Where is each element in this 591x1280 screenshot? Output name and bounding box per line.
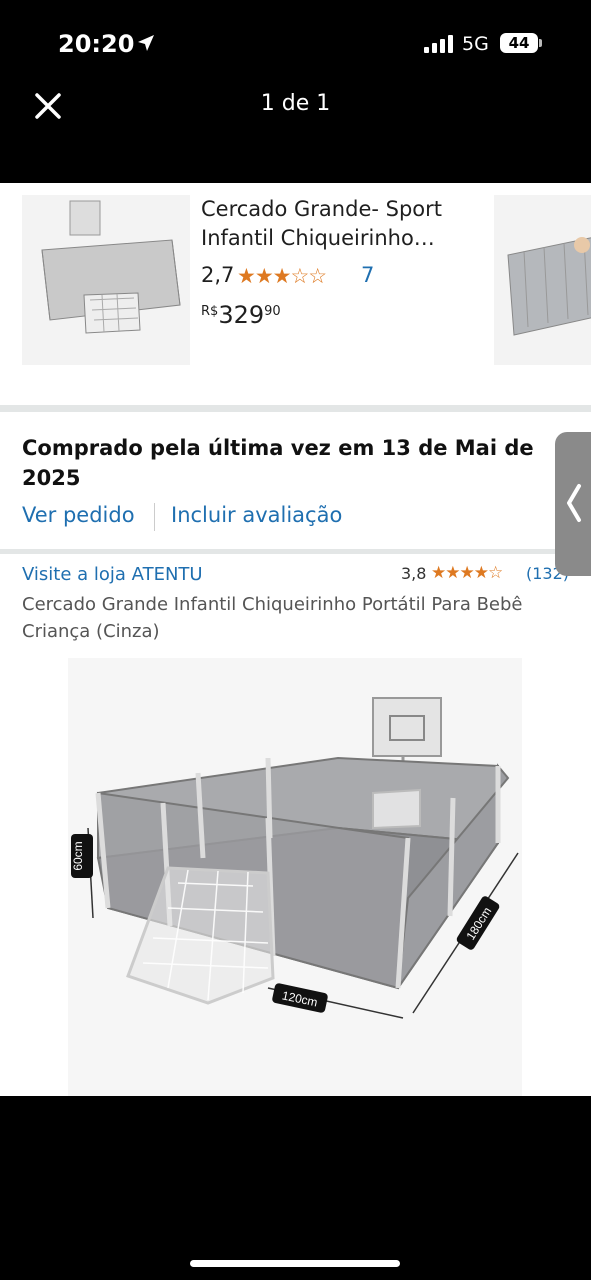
rating-value: 2,7 — [201, 263, 235, 287]
star-rating-icon: ★★★☆☆ — [237, 265, 327, 288]
section-divider — [0, 549, 591, 554]
product-rating-value: 3,8 — [401, 564, 427, 583]
view-order-link[interactable]: Ver pedido — [22, 503, 135, 527]
status-bar: 20:20 5G 44 — [0, 0, 591, 90]
recommended-product-card[interactable]: Cercado Grande- Sport Infantil Chiqueiri… — [0, 183, 591, 405]
next-recommended-thumbnail[interactable] — [494, 195, 591, 365]
battery-tip — [539, 39, 542, 47]
page-counter: 1 de 1 — [260, 91, 331, 116]
home-indicator[interactable] — [190, 1260, 400, 1267]
chevron-left-icon — [567, 484, 581, 522]
visit-store-link[interactable]: Visite a loja ATENTU — [22, 564, 203, 585]
location-arrow-icon — [138, 35, 154, 51]
battery-icon: 44 — [500, 33, 538, 53]
link-separator — [154, 503, 155, 531]
product-title: Cercado Grande Infantil Chiqueirinho Por… — [22, 594, 523, 642]
title-line-2: Infantil Chiqueirinho… — [201, 226, 435, 250]
review-count-link[interactable]: 7 — [361, 263, 374, 287]
product-star-rating-icon: ★★★★☆ — [431, 563, 503, 582]
side-panel-tab[interactable] — [555, 432, 591, 576]
title-line-1: Cercado Grande- Sport — [201, 197, 442, 221]
section-divider — [0, 405, 591, 412]
product-image[interactable]: 60cm 120cm 180cm — [68, 658, 522, 1096]
price-currency: R$ — [201, 304, 219, 319]
network-type: 5G — [462, 33, 489, 55]
playpen-thumbnail-image — [41, 200, 181, 334]
dimension-height-label: 60cm — [71, 834, 93, 878]
recommended-product-thumbnail[interactable] — [22, 195, 190, 365]
add-review-link[interactable]: Incluir avaliação — [171, 503, 342, 527]
clock: 20:20 — [58, 30, 135, 58]
dimension-length-label: 180cm — [456, 896, 500, 950]
playpen-thumbnail-image-2 — [507, 237, 591, 336]
dimension-height-text: 60cm — [71, 841, 85, 870]
price-cents: 90 — [264, 304, 281, 319]
price: R$32990 — [201, 301, 281, 329]
cellular-signal-icon — [424, 35, 453, 53]
dimension-width-label: 120cm — [272, 983, 328, 1013]
last-purchased-heading: Comprado pela última vez em 13 de Mai de… — [22, 436, 534, 490]
playpen-illustration: 60cm 120cm 180cm — [71, 697, 519, 1019]
screenshot-image: Cercado Grande- Sport Infantil Chiqueiri… — [0, 183, 591, 1096]
recommended-product-title[interactable]: Cercado Grande- Sport Infantil Chiqueiri… — [201, 195, 486, 253]
price-whole: 329 — [218, 301, 265, 329]
